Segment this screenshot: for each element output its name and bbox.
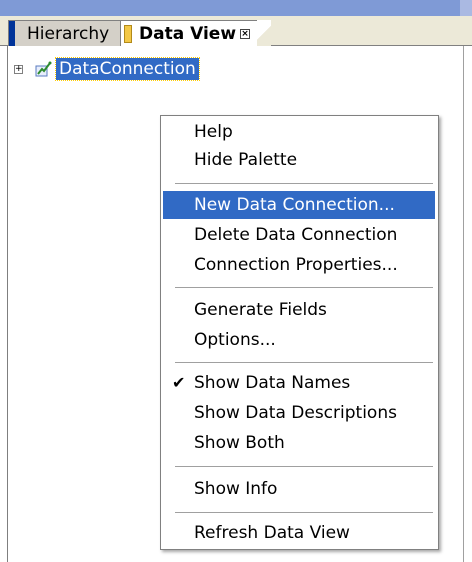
menu-item-show-both[interactable]: Show Both bbox=[163, 429, 435, 457]
menu-item-hide-palette[interactable]: Hide Palette bbox=[163, 146, 435, 174]
menu-item-label: Show Info bbox=[194, 479, 278, 499]
menu-item-label: Hide Palette bbox=[194, 150, 298, 170]
menu-separator bbox=[175, 362, 433, 363]
menu-item-help[interactable]: Help bbox=[163, 118, 435, 146]
menu-item-generate-fields[interactable]: Generate Fields bbox=[163, 296, 435, 324]
tab-strip: Hierarchy Data View × bbox=[0, 16, 472, 46]
tab-data-view-label: Data View bbox=[139, 23, 237, 44]
close-icon[interactable]: × bbox=[240, 28, 251, 39]
menu-item-options[interactable]: Options... bbox=[163, 326, 435, 354]
tab-active-marker-icon bbox=[124, 25, 132, 43]
menu-item-label: Connection Properties... bbox=[194, 255, 398, 275]
context-menu: Help Hide Palette New Data Connection...… bbox=[160, 115, 439, 550]
menu-item-refresh-data-view[interactable]: Refresh Data View bbox=[163, 519, 435, 547]
tab-hierarchy[interactable]: Hierarchy bbox=[8, 20, 128, 46]
menu-item-show-info[interactable]: Show Info bbox=[163, 475, 435, 503]
menu-item-connection-properties[interactable]: Connection Properties... bbox=[163, 251, 435, 279]
tab-hierarchy-label: Hierarchy bbox=[27, 23, 110, 44]
data-connection-icon bbox=[35, 61, 52, 77]
menu-separator bbox=[175, 512, 433, 513]
menu-item-delete-data-connection[interactable]: Delete Data Connection bbox=[163, 221, 435, 249]
tab-data-view[interactable]: Data View × bbox=[120, 20, 260, 46]
menu-item-label: Show Data Names bbox=[194, 373, 351, 393]
menu-item-label: Help bbox=[194, 122, 233, 142]
panel-right-border bbox=[463, 46, 464, 562]
menu-item-label: Refresh Data View bbox=[194, 523, 350, 543]
menu-item-label: Show Data Descriptions bbox=[194, 403, 397, 423]
tree-node-label[interactable]: DataConnection bbox=[55, 57, 200, 81]
menu-item-show-data-names[interactable]: ✔ Show Data Names bbox=[163, 369, 435, 397]
menu-item-label: Delete Data Connection bbox=[194, 225, 398, 245]
title-bar-end bbox=[460, 0, 472, 16]
menu-item-label: Generate Fields bbox=[194, 300, 327, 320]
checkmark-icon: ✔ bbox=[172, 373, 186, 392]
menu-item-label: Show Both bbox=[194, 433, 285, 453]
tab-marker-icon bbox=[9, 21, 15, 46]
tab-edge bbox=[257, 20, 271, 46]
menu-separator bbox=[175, 287, 433, 288]
menu-item-new-data-connection[interactable]: New Data Connection... bbox=[163, 191, 435, 219]
tree-node-dataconnection[interactable]: + DataConnection bbox=[14, 57, 200, 81]
menu-separator bbox=[175, 183, 433, 184]
menu-item-label: Options... bbox=[194, 330, 276, 350]
menu-item-label: New Data Connection... bbox=[194, 195, 395, 215]
expand-icon[interactable]: + bbox=[14, 64, 23, 74]
panel-left-border bbox=[7, 46, 8, 562]
menu-item-show-data-descriptions[interactable]: Show Data Descriptions bbox=[163, 399, 435, 427]
title-bar bbox=[0, 0, 472, 16]
menu-separator bbox=[175, 466, 433, 467]
